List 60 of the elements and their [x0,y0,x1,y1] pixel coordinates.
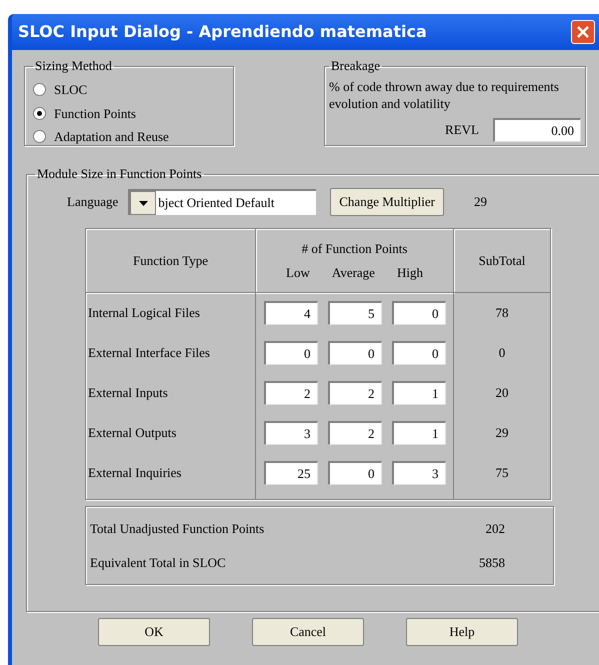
total-value: 5858 [479,554,505,572]
radio-label: SLOC [54,81,88,99]
dialog-button[interactable]: Help [406,618,518,646]
caret-icon [138,200,148,206]
subtotal-value: 78 [496,304,508,322]
function-type-label: External Inputs [88,384,169,402]
high-count-field[interactable]: 1 [392,421,446,445]
column-header: High [396,264,423,282]
window-title: SLOC Input Dialog - Aprendiendo matematica [18,21,427,43]
column-header: Low [286,264,310,282]
low-count-field[interactable]: 2 [264,381,318,405]
close-icon [576,25,590,39]
group-title: Breakage [331,58,380,73]
column-header: # of Function Points [302,240,408,258]
total-label: Equivalent Total in SLOC [90,554,226,572]
change-multiplier-button[interactable]: Change Multiplier [330,188,444,216]
breakage-description: % of code thrown away due to requirements evolution and volatility [329,78,560,112]
low-count-field[interactable]: 4 [264,301,318,325]
group-title: Module Size in Function Points [37,166,202,181]
close-button[interactable] [571,20,595,44]
subtotal-value: 75 [496,464,508,482]
average-count-field[interactable]: 5 [328,301,382,325]
column-header: Average [332,264,375,282]
group-title: Sizing Method [35,58,112,73]
radio-button[interactable] [33,130,46,144]
function-type-label: External Outputs [88,424,178,442]
average-count-field[interactable]: 0 [328,461,382,485]
language-dropdown[interactable]: bject Oriented Default [128,189,316,215]
radio-button[interactable] [33,106,46,120]
function-type-label: Internal Logical Files [88,304,201,322]
high-count-field[interactable]: 1 [392,381,446,405]
total-value: 202 [486,520,505,538]
high-count-field[interactable]: 0 [392,301,446,325]
dialog-button[interactable]: OK [98,618,210,646]
subtotal-value: 20 [496,384,508,402]
function-type-label: External Inquiries [88,464,182,482]
low-count-field[interactable]: 3 [264,421,318,445]
function-type-label: External Interface Files [88,344,211,362]
column-header: Function Type [132,252,208,270]
revl-label: REVL [445,121,479,140]
multiplier-value: 29 [474,193,487,212]
average-count-field[interactable]: 2 [328,421,382,445]
average-count-field[interactable]: 0 [328,341,382,365]
subtotal-value: 29 [496,424,508,442]
radio-label: Adaptation and Reuse [54,128,169,146]
low-count-field[interactable]: 0 [264,341,318,365]
low-count-field[interactable]: 25 [264,461,318,485]
high-count-field[interactable]: 0 [392,341,446,365]
radio-label: Function Points [54,104,136,122]
radio-button[interactable] [33,83,46,96]
revl-field[interactable]: 0.00 [493,118,581,142]
average-count-field[interactable]: 2 [328,381,382,405]
language-value: bject Oriented Default [157,194,274,212]
total-label: Total Unadjusted Function Points [90,520,264,538]
column-header: SubTotal [478,252,526,270]
dropdown-arrow-button[interactable] [130,191,156,215]
high-count-field[interactable]: 3 [392,461,446,485]
subtotal-value: 0 [498,344,506,362]
dialog-button[interactable]: Cancel [252,618,364,646]
language-label: Language [67,193,118,212]
